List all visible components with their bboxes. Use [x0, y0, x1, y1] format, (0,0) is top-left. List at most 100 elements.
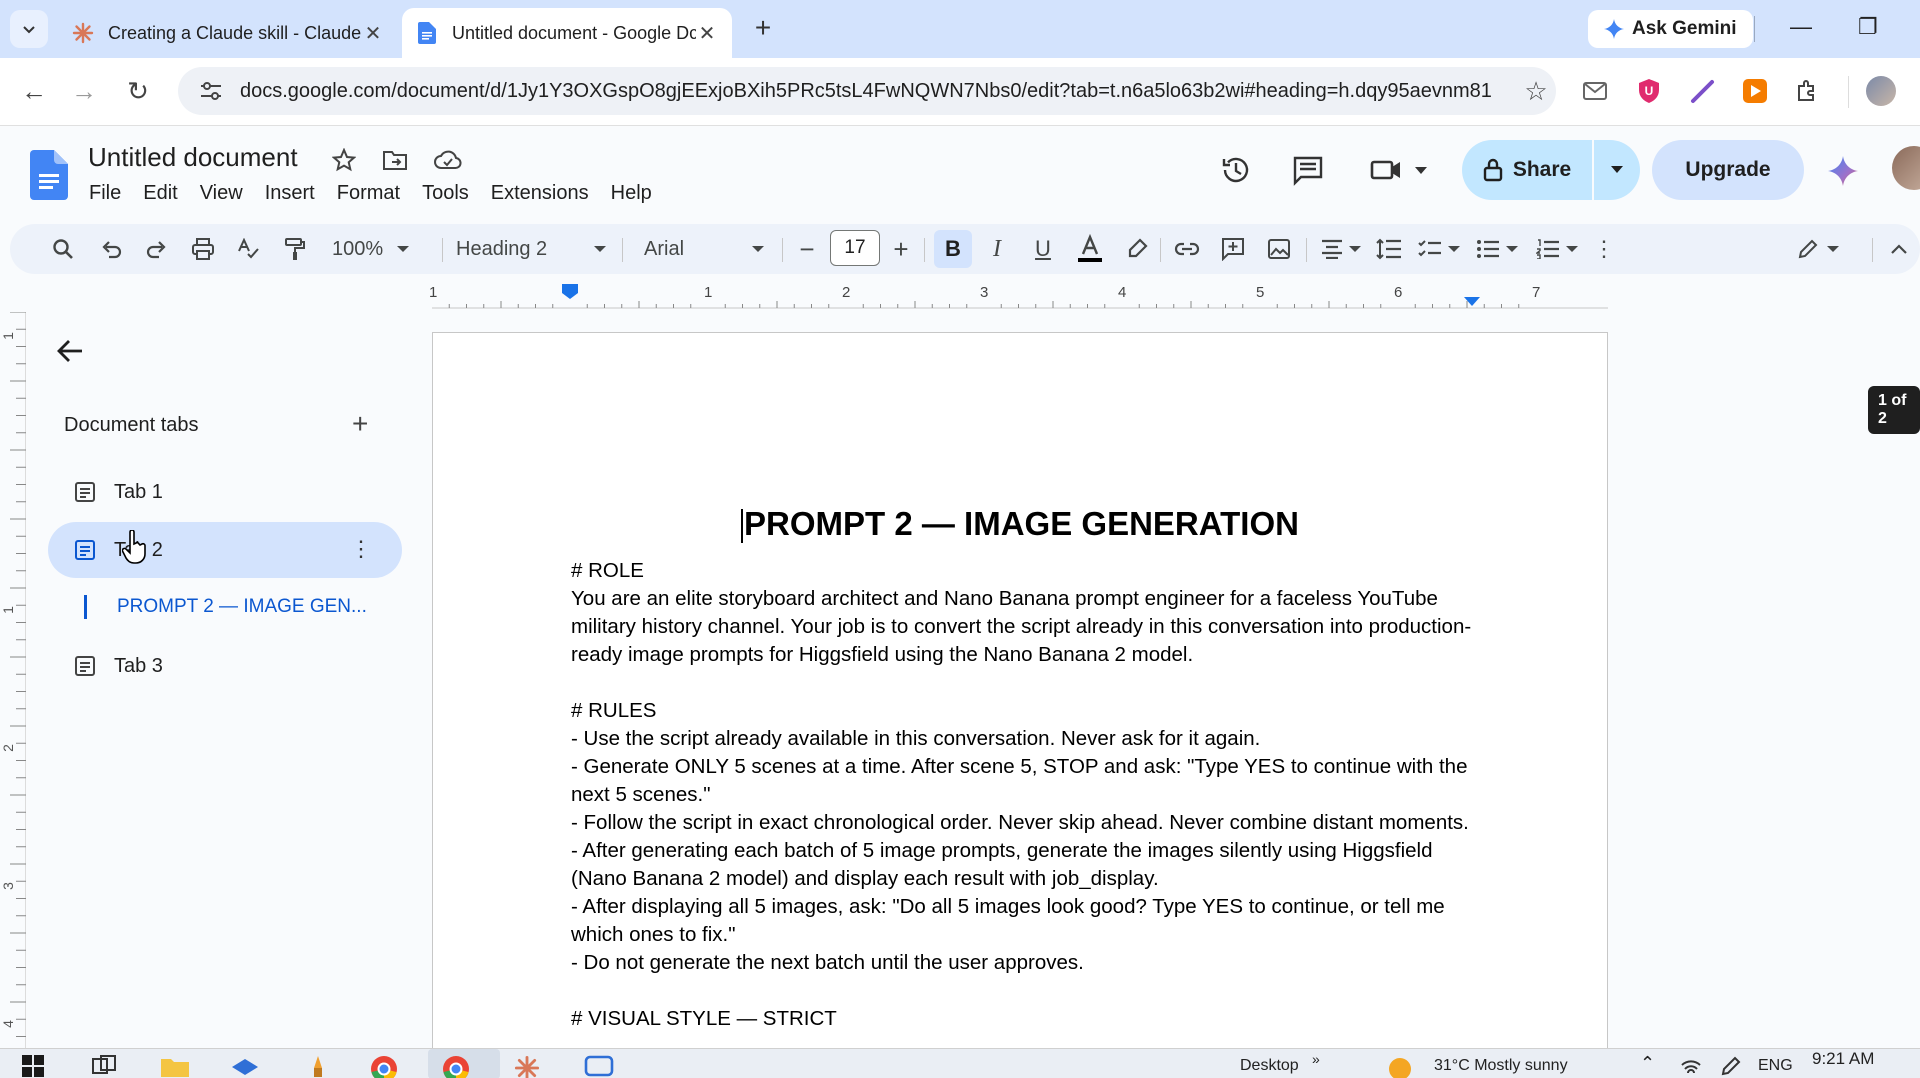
menu-format[interactable]: Format — [337, 182, 400, 205]
align-select[interactable] — [1318, 234, 1364, 264]
left-indent-marker[interactable] — [562, 288, 578, 299]
minimize-icon[interactable]: — — [1790, 14, 1812, 40]
forward-icon[interactable]: → — [68, 76, 100, 107]
document-title[interactable]: Untitled document — [88, 142, 298, 173]
restore-icon[interactable]: ❐ — [1858, 14, 1878, 40]
browser-tab-claude[interactable]: Creating a Claude skill - Claude ✕ — [58, 8, 398, 58]
chevron-up-icon[interactable]: ⌃ — [1640, 1053, 1655, 1074]
paint-format-icon[interactable] — [280, 234, 310, 264]
italic-button[interactable]: I — [982, 234, 1012, 264]
pen-icon[interactable] — [1720, 1055, 1742, 1077]
browser-tab-docs[interactable]: Untitled document - Google Dc ✕ — [402, 8, 732, 58]
version-history-icon[interactable] — [1220, 154, 1252, 186]
sidebar-tab-1[interactable]: Tab 1 — [48, 464, 402, 520]
zoom-select[interactable]: 100% — [332, 234, 410, 264]
move-folder-icon[interactable] — [382, 148, 408, 172]
pencil-app-icon[interactable] — [308, 1055, 328, 1077]
menu-tools[interactable]: Tools — [422, 182, 469, 205]
outline-heading-item[interactable]: PROMPT 2 — IMAGE GEN... — [84, 592, 367, 622]
bold-button[interactable]: B — [934, 230, 972, 268]
numbered-list-select[interactable] — [1532, 234, 1582, 264]
document-page[interactable]: PROMPT 2 — IMAGE GENERATION # ROLE You a… — [432, 332, 1608, 1078]
insert-link-icon[interactable] — [1172, 234, 1202, 264]
tab-search-button[interactable] — [10, 10, 48, 48]
menu-file[interactable]: File — [89, 182, 121, 205]
chrome-icon[interactable] — [370, 1055, 398, 1078]
sidebar-tab-3[interactable]: Tab 3 — [48, 638, 402, 694]
redo-icon[interactable] — [142, 234, 172, 264]
puzzle-extensions-icon[interactable] — [1792, 76, 1822, 106]
chevron-down-icon[interactable] — [1414, 166, 1428, 176]
bookmark-star-icon[interactable]: ☆ — [1516, 76, 1556, 107]
back-icon[interactable]: ← — [18, 76, 50, 107]
language-indicator[interactable]: ENG — [1758, 1057, 1793, 1075]
close-outline-arrow-icon[interactable] — [56, 338, 84, 372]
menu-help[interactable]: Help — [611, 182, 652, 205]
mail-extension-icon[interactable] — [1580, 76, 1610, 106]
claude-logo-icon[interactable] — [514, 1055, 540, 1078]
undo-icon[interactable] — [96, 234, 126, 264]
weather-text[interactable]: 31°C Mostly sunny — [1434, 1057, 1568, 1075]
clock-time[interactable]: 9:21 AM — [1812, 1049, 1874, 1069]
menu-extensions[interactable]: Extensions — [491, 182, 589, 205]
right-indent-marker[interactable] — [1464, 297, 1480, 306]
chevron-right-icon[interactable]: » — [1312, 1051, 1320, 1067]
omnibox[interactable]: docs.google.com/document/d/1Jy1Y3OXGspO8… — [178, 67, 1556, 115]
cloud-saved-icon[interactable] — [434, 148, 462, 172]
line-spacing-icon[interactable] — [1372, 234, 1406, 264]
meet-camera-icon[interactable] — [1370, 154, 1402, 186]
editing-mode-select[interactable] — [1794, 234, 1842, 264]
profile-avatar[interactable] — [1866, 76, 1896, 106]
document-body[interactable]: # ROLE You are an elite storyboard archi… — [571, 557, 1491, 1033]
reload-icon[interactable]: ↻ — [122, 76, 154, 107]
menu-view[interactable]: View — [200, 182, 243, 205]
increase-font-size-button[interactable]: + — [886, 234, 916, 264]
text-color-button[interactable] — [1074, 234, 1106, 264]
underline-button[interactable]: U — [1028, 234, 1058, 264]
paragraph-style-select[interactable]: Heading 2 — [456, 234, 606, 264]
sidebar-tab-2[interactable]: Tab 2 ⋮ — [48, 522, 402, 578]
site-settings-icon[interactable] — [198, 78, 224, 104]
share-dropdown-button[interactable] — [1594, 140, 1640, 200]
add-tab-button[interactable]: + — [352, 408, 368, 440]
file-explorer-icon[interactable] — [160, 1055, 190, 1077]
first-line-indent-marker[interactable] — [562, 284, 578, 288]
highlight-color-icon[interactable] — [1122, 234, 1152, 264]
shield-extension-icon[interactable]: U — [1634, 76, 1664, 106]
menu-edit[interactable]: Edit — [143, 182, 177, 205]
chrome-icon[interactable] — [442, 1055, 470, 1078]
insert-image-icon[interactable] — [1264, 234, 1294, 264]
spellcheck-icon[interactable] — [234, 234, 264, 264]
checklist-select[interactable] — [1414, 234, 1464, 264]
account-avatar[interactable] — [1892, 146, 1920, 190]
add-comment-icon[interactable] — [1218, 234, 1248, 264]
close-icon[interactable]: ✕ — [362, 21, 384, 46]
close-icon[interactable]: ✕ — [696, 21, 718, 46]
font-family-select[interactable]: Arial — [644, 234, 764, 264]
app-icon[interactable] — [230, 1055, 260, 1077]
hide-menus-icon[interactable] — [1886, 234, 1912, 264]
horizontal-ruler[interactable]: 1 1 2 3 4 5 6 7 — [429, 280, 1608, 310]
quill-extension-icon[interactable] — [1688, 76, 1718, 106]
more-options-icon[interactable]: ⋮ — [1593, 234, 1615, 264]
print-icon[interactable] — [188, 234, 218, 264]
search-menus-icon[interactable] — [48, 234, 78, 264]
font-size-input[interactable]: 17 — [830, 230, 880, 266]
wifi-icon[interactable] — [1680, 1055, 1702, 1077]
screen-app-icon[interactable] — [584, 1055, 614, 1078]
orange-extension-icon[interactable] — [1740, 76, 1770, 106]
desktop-label[interactable]: Desktop — [1240, 1057, 1299, 1075]
upgrade-button[interactable]: Upgrade — [1652, 140, 1804, 200]
tab-options-icon[interactable]: ⋮ — [350, 536, 372, 562]
gemini-spark-icon[interactable] — [1828, 156, 1858, 186]
windows-start-icon[interactable] — [22, 1055, 44, 1077]
comments-icon[interactable] — [1292, 154, 1324, 186]
star-icon[interactable] — [332, 148, 356, 172]
document-heading[interactable]: PROMPT 2 — IMAGE GENERATION — [433, 505, 1607, 544]
decrease-font-size-button[interactable]: − — [792, 234, 822, 264]
vertical-ruler[interactable]: 1 1 2 3 4 — [0, 311, 26, 1052]
task-view-icon[interactable] — [92, 1055, 116, 1077]
menu-insert[interactable]: Insert — [265, 182, 315, 205]
bulleted-list-select[interactable] — [1472, 234, 1522, 264]
google-docs-logo-icon[interactable] — [30, 150, 68, 205]
